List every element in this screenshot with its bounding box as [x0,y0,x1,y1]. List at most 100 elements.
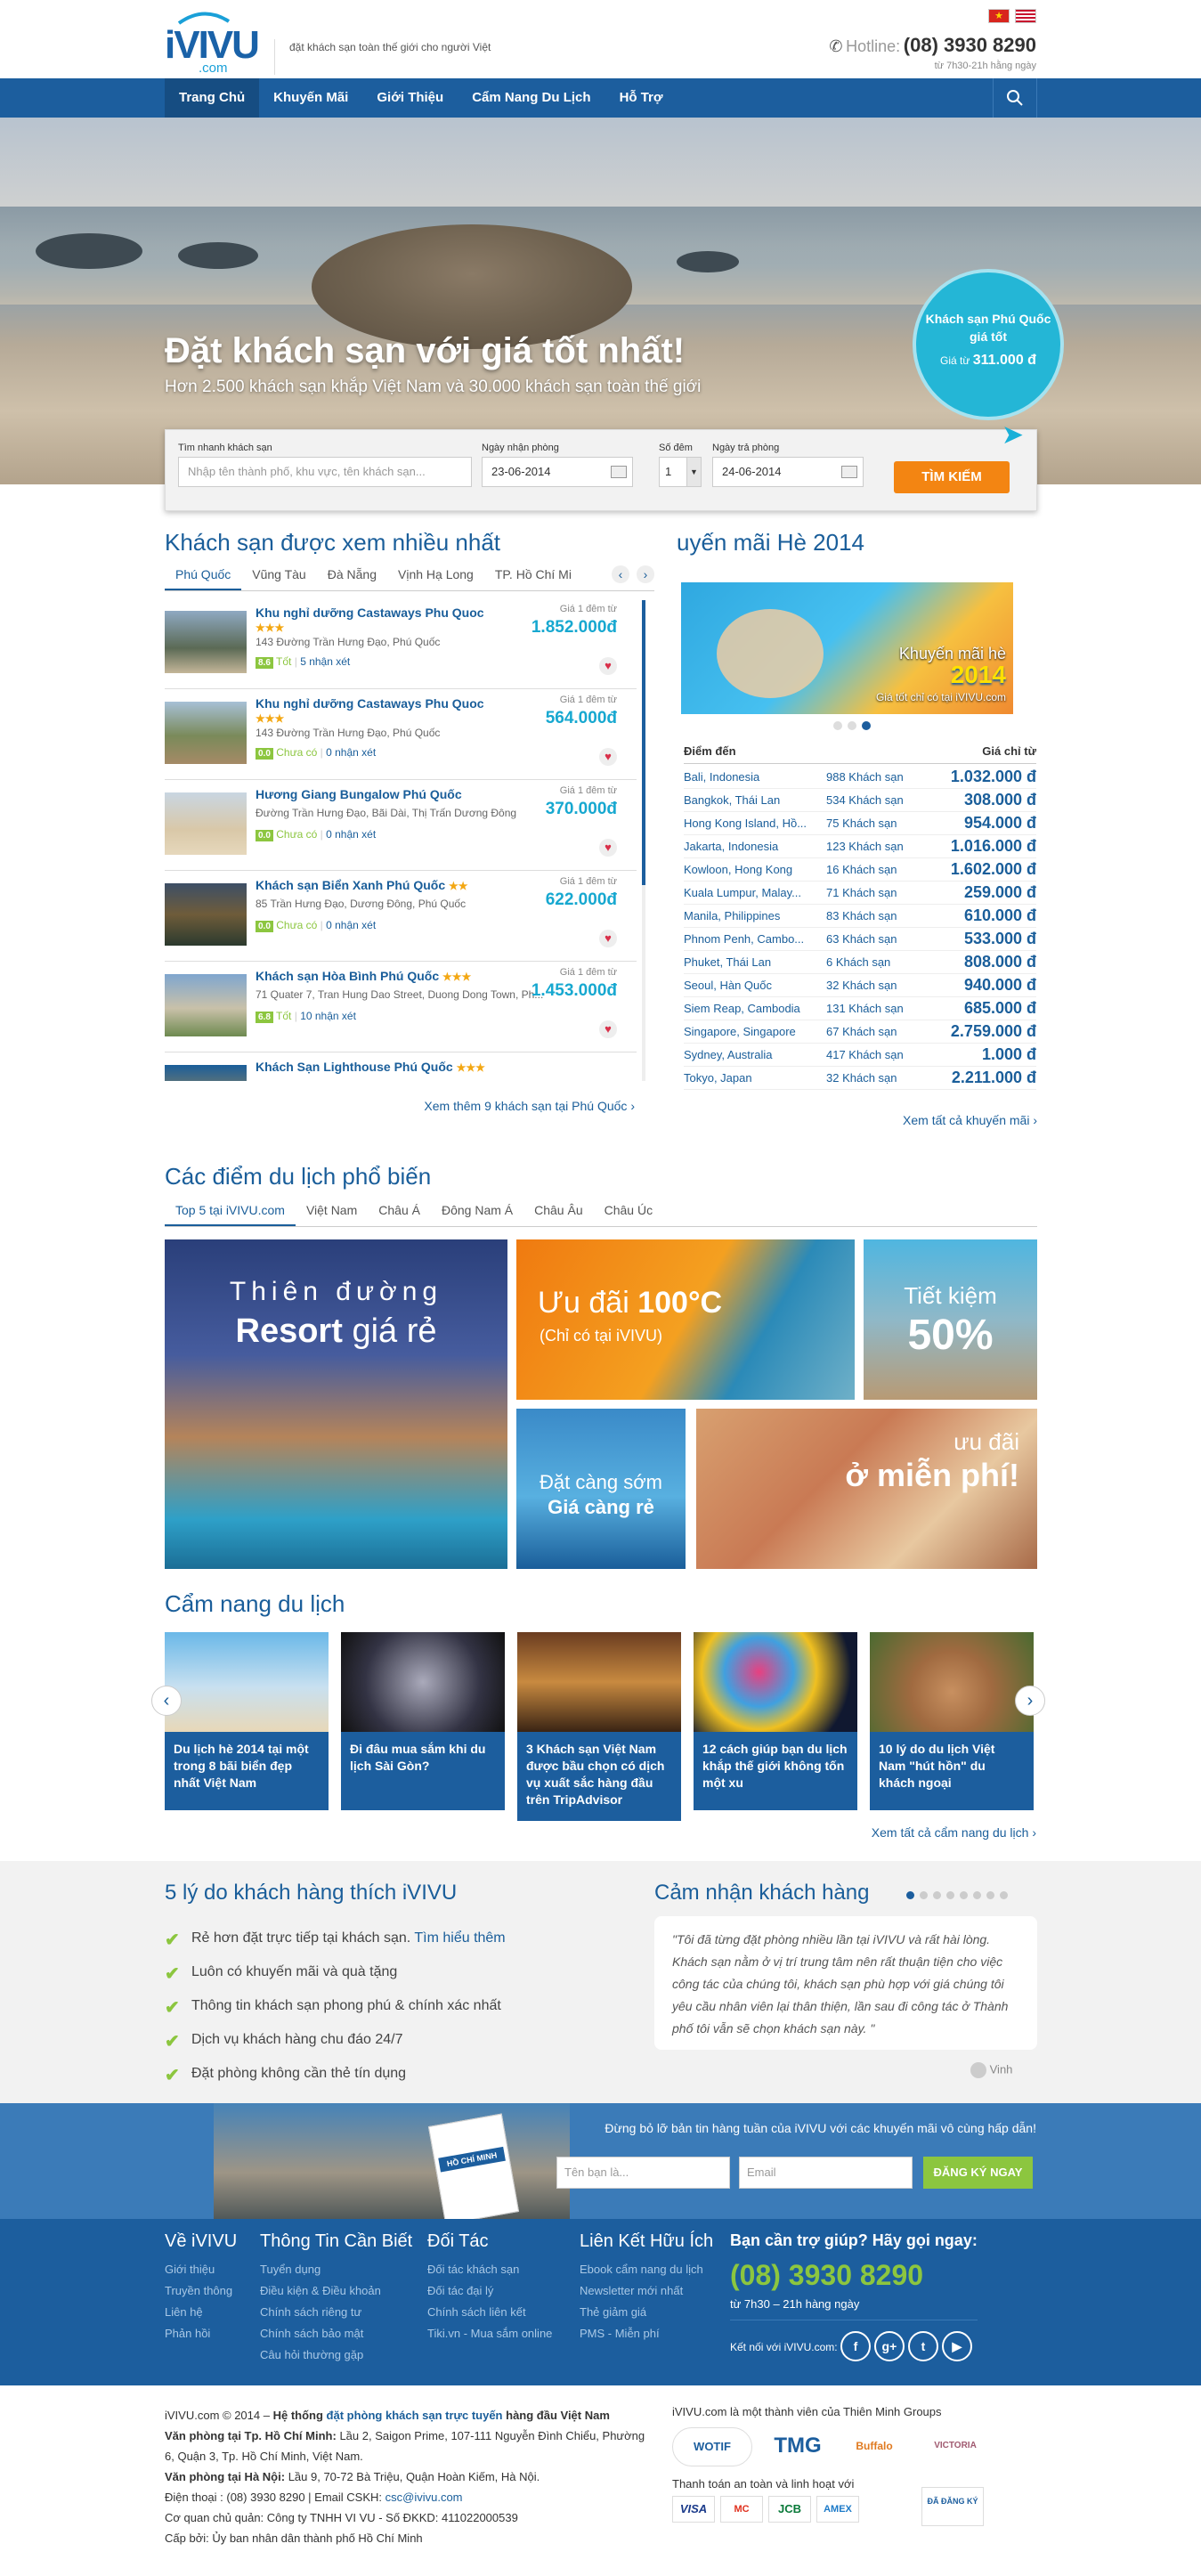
all-guides-link[interactable]: Xem tất cả cẩm nang du lịch › [872,1825,1036,1840]
tile-resort[interactable]: Thiên đường Resort giá rẻ [165,1239,507,1569]
tab-vung-tau[interactable]: Vũng Tàu [241,567,316,590]
tile-save-50[interactable]: Tiết kiệm 50% [864,1239,1037,1400]
footer-link[interactable]: Đối tác khách sạn [427,2259,552,2280]
nav-search-button[interactable] [993,78,1037,118]
chevron-left-icon[interactable]: ‹ [151,1686,182,1716]
hotel-name[interactable]: Khách Sạn Lighthouse Phú Quốc ★★★ [256,1060,505,1074]
row-destination[interactable]: Kowloon, Hong Kong [684,863,814,876]
row-destination[interactable]: Manila, Philippines [684,909,814,922]
nav-home[interactable]: Trang Chủ [165,78,260,118]
hotel-card[interactable]: Khu nghỉ dưỡng Castaways Phu Quoc ★★★ 143… [165,691,637,780]
name-input[interactable]: Tên bạn là... [556,2157,730,2189]
tab-vietnam[interactable]: Việt Nam [296,1203,368,1226]
table-row[interactable]: Kuala Lumpur, Malay... 71 Khách sạn 259.00… [684,882,1036,905]
table-row[interactable]: Seoul, Hàn Quốc 32 Khách sạn 940.000 đ [684,974,1036,997]
table-row[interactable]: Bangkok, Thái Lan 534 Khách sạn 308.000 đ [684,789,1036,812]
carousel-dot[interactable] [960,1891,968,1899]
heart-icon[interactable]: ♥ [599,839,617,857]
footer-link[interactable]: Giới thiệu [165,2259,237,2280]
twitter-icon[interactable]: t [907,2331,938,2361]
guide-card[interactable]: Du lịch hè 2014 tại một trong 8 bãi biển… [162,1629,331,1813]
hotel-card[interactable]: Khu nghỉ dưỡng Castaways Phu Quoc ★★★ 143… [165,600,637,689]
tile-promo-100[interactable]: Ưu đãi 100°C (Chỉ có tại iVIVU) [516,1239,855,1400]
table-row[interactable]: Phuket, Thái Lan 6 Khách sạn 808.000 đ [684,951,1036,974]
hotel-image[interactable] [165,1065,247,1081]
table-row[interactable]: Jakarta, Indonesia 123 Khách sạn 1.016.000… [684,835,1036,858]
nights-select[interactable]: 1 ▼ [659,457,702,487]
booking-link[interactable]: đặt phòng khách sạn trực tuyến [327,2409,503,2422]
promo-bubble[interactable]: Khách sạn Phú Quốc giá tốt Giá từ 311.00… [913,269,1064,420]
hotel-name[interactable]: Khách sạn Biển Xanh Phú Quốc ★★ [256,878,505,892]
table-row[interactable]: Bali, Indonesia 988 Khách sạn 1.032.000 đ [684,766,1036,789]
nav-support[interactable]: Hỗ Trợ [605,78,678,118]
row-destination[interactable]: Bangkok, Thái Lan [684,793,814,807]
chevron-left-icon[interactable]: ‹ [612,565,629,583]
reviews-link[interactable]: 0 nhận xét [326,828,376,841]
row-destination[interactable]: Hong Kong Island, Hồ... [684,817,814,830]
all-promos-link[interactable]: Xem tất cả khuyến mãi › [903,1113,1037,1127]
chevron-right-icon[interactable]: › [1015,1686,1045,1716]
google-plus-icon[interactable]: g+ [873,2331,905,2361]
promo-banner[interactable]: Khuyến mãi hè 2014 Giá tốt chỉ có tại iV… [681,582,1013,714]
chevron-right-icon[interactable]: › [637,565,654,583]
tile-stay-free[interactable]: ưu đãi ở miễn phí! [696,1409,1037,1569]
nav-travel-guide[interactable]: Cẩm Nang Du Lịch [458,78,605,118]
row-destination[interactable]: Jakarta, Indonesia [684,840,814,853]
buffalo-tours-logo[interactable]: Buffalo [843,2427,905,2466]
youtube-icon[interactable]: ▶ [941,2331,972,2361]
carousel-dot[interactable] [1000,1891,1008,1899]
nav-about[interactable]: Giới Thiệu [362,78,458,118]
heart-icon[interactable]: ♥ [599,748,617,766]
tab-europe[interactable]: Châu Âu [523,1203,593,1226]
row-destination[interactable]: Seoul, Hàn Quốc [684,979,814,992]
footer-link[interactable]: Chính sách liên kết [427,2302,552,2323]
heart-icon[interactable]: ♥ [599,1020,617,1038]
hotel-image[interactable] [165,792,247,855]
tile-book-early[interactable]: Đặt càng sớm Giá càng rẻ [516,1409,686,1569]
reviews-link[interactable]: 5 nhận xét [300,655,350,668]
wotif-logo[interactable]: WOTIF [672,2427,752,2466]
reviews-link[interactable]: 0 nhận xét [326,919,376,931]
footer-link[interactable]: Newsletter mới nhất [580,2280,713,2302]
table-row[interactable]: Siem Reap, Cambodia 131 Khách sạn 685.000 … [684,997,1036,1020]
footer-link[interactable]: Câu hỏi thường gặp [260,2344,412,2366]
email-link[interactable]: csc@ivivu.com [385,2491,463,2504]
guide-card[interactable]: 12 cách giúp bạn du lịch khắp thế giới k… [691,1629,860,1813]
footer-link[interactable]: Tuyển dụng [260,2259,412,2280]
carousel-dot[interactable] [973,1891,981,1899]
heart-icon[interactable]: ♥ [599,930,617,947]
hotel-card[interactable]: Hương Giang Bungalow Phú Quốc Đường Trần… [165,782,637,871]
subscribe-button[interactable]: ĐĂNG KÝ NGAY [923,2157,1033,2189]
tab-ho-chi-minh[interactable]: TP. Hồ Chí Mi [484,567,577,590]
table-row[interactable]: Singapore, Singapore 67 Khách sạn 2.759.00… [684,1020,1036,1044]
hotel-card[interactable]: Khách sạn Biển Xanh Phú Quốc ★★ 85 Trần … [165,873,637,962]
quick-search-input[interactable]: Nhập tên thành phố, khu vực, tên khách s… [178,457,472,487]
carousel-dot[interactable] [833,721,842,730]
help-phone[interactable]: (08) 3930 8290 [730,2259,978,2292]
footer-link[interactable]: Ebook cẩm nang du lịch [580,2259,713,2280]
carousel-dot[interactable] [848,721,856,730]
calendar-icon[interactable] [611,466,627,478]
footer-link[interactable]: Truyền thông [165,2280,237,2302]
row-destination[interactable]: Bali, Indonesia [684,770,814,784]
facebook-icon[interactable]: f [840,2331,871,2361]
checkout-input[interactable]: 24-06-2014 [712,457,864,487]
table-row[interactable]: Kowloon, Hong Kong 16 Khách sạn 1.602.000 … [684,858,1036,882]
row-destination[interactable]: Phuket, Thái Lan [684,955,814,969]
table-row[interactable]: Tokyo, Japan 32 Khách sạn 2.211.000 đ [684,1067,1036,1090]
footer-link[interactable]: Đối tác đại lý [427,2280,552,2302]
footer-link[interactable]: Chính sách riêng tư [260,2302,412,2323]
hotel-name[interactable]: Khu nghỉ dưỡng Castaways Phu Quoc ★★★ [256,696,505,725]
carousel-dot-active[interactable] [862,721,871,730]
search-button[interactable]: TÌM KIẾM [894,461,1010,493]
tab-southeast-asia[interactable]: Đông Nam Á [431,1203,523,1226]
footer-link[interactable]: Điều kiện & Điều khoản [260,2280,412,2302]
footer-link[interactable]: Thẻ giảm giá [580,2302,713,2323]
carousel-dot[interactable] [920,1891,928,1899]
hotel-card[interactable]: Khách sạn Hòa Bình Phú Quốc ★★★ 71 Quate… [165,963,637,1052]
calendar-icon[interactable] [841,466,857,478]
carousel-dot[interactable] [933,1891,941,1899]
carousel-dot[interactable] [946,1891,954,1899]
nav-promotions[interactable]: Khuyến Mãi [259,78,362,118]
row-destination[interactable]: Kuala Lumpur, Malay... [684,886,814,899]
